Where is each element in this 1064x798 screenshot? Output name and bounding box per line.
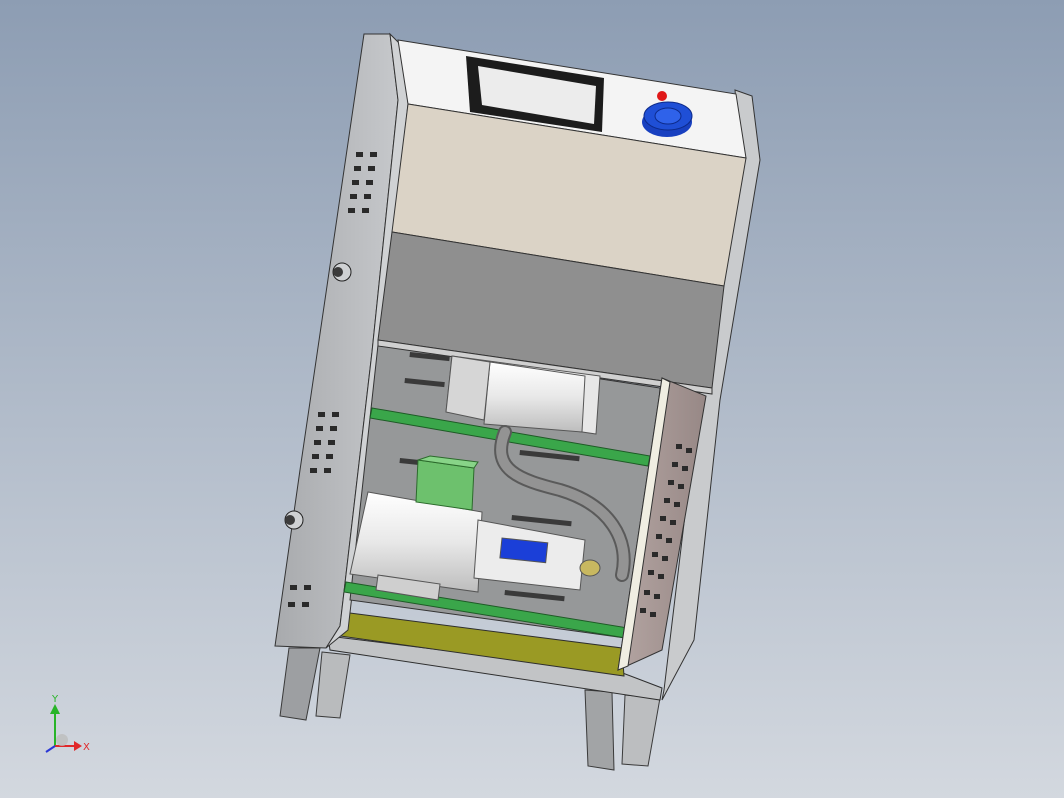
cable-gland-upper[interactable] xyxy=(332,262,352,282)
indicator-light xyxy=(657,91,667,101)
shaft-coupling xyxy=(499,537,549,564)
x-axis-label: X xyxy=(83,742,90,753)
control-knob[interactable] xyxy=(642,101,693,137)
model-canvas[interactable]: Y X xyxy=(0,0,1064,798)
y-axis-label: Y xyxy=(51,694,59,705)
cad-viewport[interactable]: Y X xyxy=(0,0,1064,798)
cable-gland-lower[interactable] xyxy=(284,510,304,530)
terminal-box[interactable] xyxy=(415,455,479,511)
